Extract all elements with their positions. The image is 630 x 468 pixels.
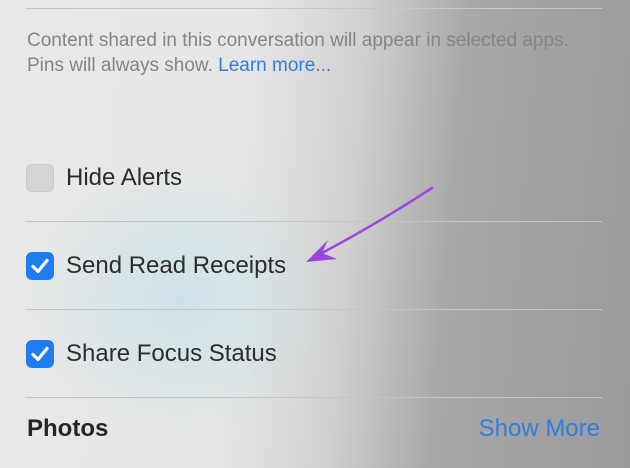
- arrow-annotation: [306, 186, 434, 262]
